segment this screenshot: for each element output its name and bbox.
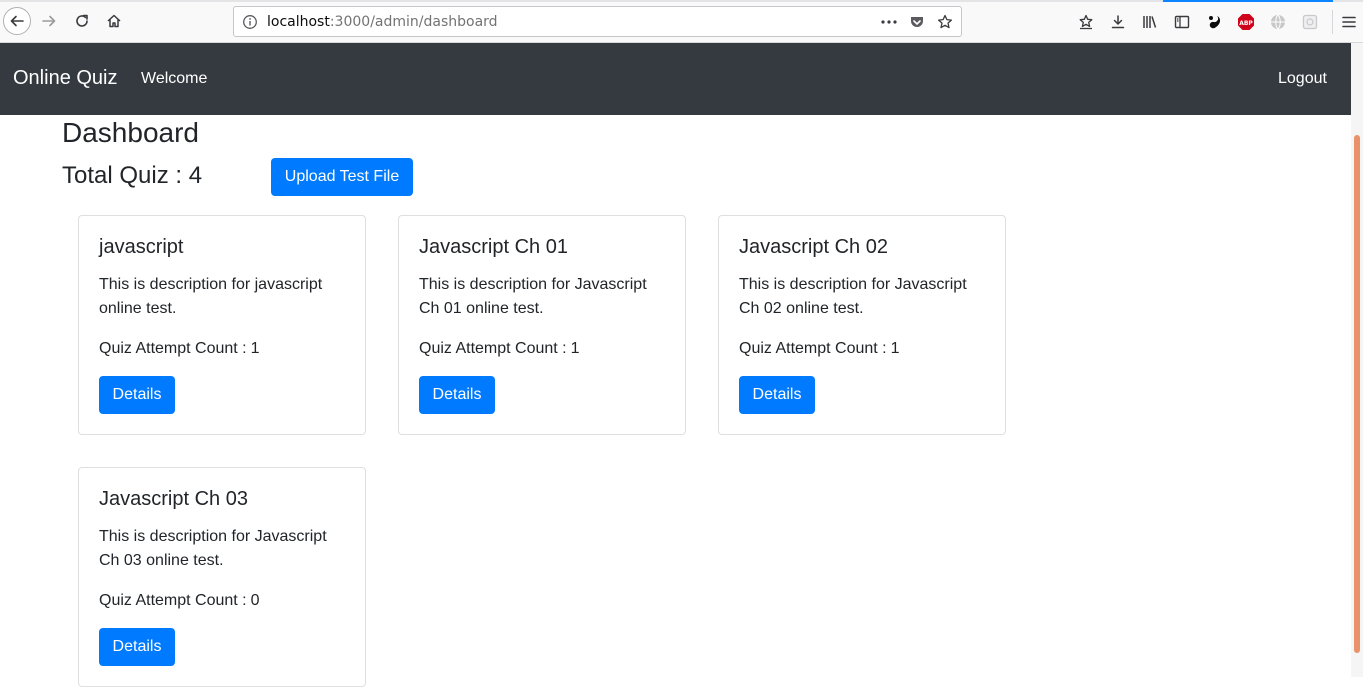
- bookmarks-menu-icon[interactable]: [1070, 10, 1102, 34]
- details-button[interactable]: Details: [419, 376, 495, 414]
- gnome-extension-icon[interactable]: [1198, 10, 1230, 34]
- url-path: :3000/admin/dashboard: [329, 14, 498, 30]
- url-text[interactable]: localhost:3000/admin/dashboard: [267, 14, 498, 30]
- downloads-icon[interactable]: [1102, 10, 1134, 34]
- home-button[interactable]: [100, 7, 128, 35]
- page-scrollbar[interactable]: [1351, 43, 1363, 677]
- quiz-description: This is description for javascript onlin…: [99, 276, 323, 317]
- library-icon[interactable]: [1134, 10, 1166, 34]
- attempt-label: Quiz Attempt Count :: [419, 340, 567, 357]
- url-actions: [879, 12, 955, 32]
- scrollbar-thumb[interactable]: [1354, 135, 1360, 653]
- globe-extension-icon[interactable]: [1262, 10, 1294, 34]
- quiz-card: Javascript Ch 02 This is description for…: [718, 215, 1006, 435]
- quiz-attempt-count: Quiz Attempt Count :1: [419, 340, 580, 358]
- forward-button[interactable]: [35, 7, 63, 35]
- upload-test-file-button[interactable]: Upload Test File: [271, 158, 413, 196]
- url-bar[interactable]: localhost:3000/admin/dashboard: [233, 6, 962, 37]
- url-host: localhost: [267, 14, 330, 30]
- quiz-title: Javascript Ch 02: [739, 236, 888, 258]
- quiz-card: javascript This is description for javas…: [78, 215, 366, 435]
- sidebar-icon[interactable]: [1166, 10, 1198, 34]
- attempt-label: Quiz Attempt Count :: [99, 340, 247, 357]
- reload-button[interactable]: [68, 7, 96, 35]
- browser-toolbar: localhost:3000/admin/dashboard ABP: [0, 0, 1363, 43]
- svg-text:ABP: ABP: [1239, 20, 1253, 27]
- attempt-label: Quiz Attempt Count :: [99, 592, 247, 609]
- quiz-attempt-count: Quiz Attempt Count :1: [99, 340, 260, 358]
- quiz-card: Javascript Ch 03 This is description for…: [78, 467, 366, 687]
- quiz-card: Javascript Ch 01 This is description for…: [398, 215, 686, 435]
- attempt-value: 1: [570, 340, 580, 357]
- details-button[interactable]: Details: [99, 628, 175, 666]
- app-navbar: Online Quiz Welcome Logout: [0, 43, 1351, 115]
- details-button[interactable]: Details: [99, 376, 175, 414]
- quiz-description: This is description for Javascript Ch 02…: [739, 276, 967, 317]
- logout-link[interactable]: Logout: [1278, 70, 1327, 88]
- total-quiz-count: Total Quiz : 4: [62, 162, 203, 189]
- home-icon: [107, 14, 121, 28]
- attempt-label: Quiz Attempt Count :: [739, 340, 887, 357]
- attempt-value: 1: [250, 340, 260, 357]
- back-button[interactable]: [3, 7, 31, 35]
- page-title: Dashboard: [62, 117, 199, 148]
- hamburger-menu-icon[interactable]: [1332, 10, 1363, 34]
- page-actions-icon[interactable]: [879, 12, 899, 32]
- pocket-icon[interactable]: [907, 12, 927, 32]
- browser-toolbar-right: ABP: [1070, 10, 1363, 34]
- back-arrow-icon: [10, 15, 24, 27]
- attempt-value: 0: [250, 592, 260, 609]
- extension-icon[interactable]: [1294, 10, 1326, 34]
- quiz-title: javascript: [99, 236, 184, 258]
- active-tab-indicator: [1163, 0, 1333, 2]
- quiz-title: Javascript Ch 01: [419, 236, 568, 258]
- reload-icon: [76, 14, 88, 27]
- details-button[interactable]: Details: [739, 376, 815, 414]
- adblock-icon[interactable]: ABP: [1230, 10, 1262, 34]
- quiz-description: This is description for Javascript Ch 01…: [419, 276, 647, 317]
- quiz-description: This is description for Javascript Ch 03…: [99, 528, 327, 569]
- brand-link[interactable]: Online Quiz: [13, 67, 118, 90]
- tab-strip: [0, 0, 1363, 2]
- quiz-attempt-count: Quiz Attempt Count :1: [739, 340, 900, 358]
- quiz-title: Javascript Ch 03: [99, 488, 248, 510]
- nav-welcome-link[interactable]: Welcome: [141, 70, 207, 88]
- attempt-value: 1: [890, 340, 900, 357]
- forward-arrow-icon: [42, 15, 56, 27]
- site-info-icon[interactable]: [242, 14, 258, 30]
- bookmark-star-icon[interactable]: [935, 12, 955, 32]
- quiz-attempt-count: Quiz Attempt Count :0: [99, 592, 260, 610]
